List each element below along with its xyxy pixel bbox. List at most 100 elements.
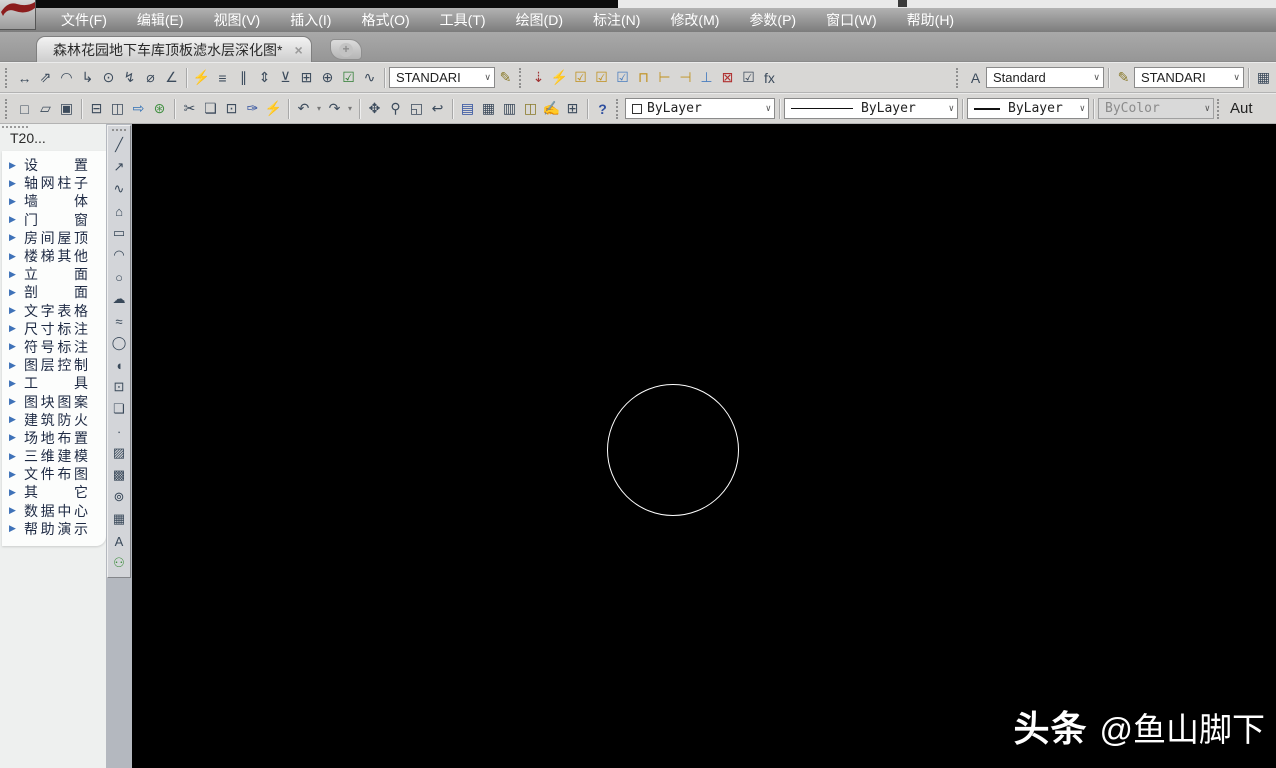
dimension-break-button[interactable]: ⊻ [275, 66, 296, 90]
jogged-dimension-button[interactable]: ↯ [119, 66, 140, 90]
color-control-select[interactable]: ByLayer ∨ [625, 98, 775, 119]
hatch-button[interactable]: ▨ [109, 442, 129, 464]
new-tab-button[interactable]: + [330, 39, 362, 60]
ellipse-arc-button[interactable]: ◖ [109, 354, 129, 376]
plot-button[interactable]: ⊟ [86, 97, 107, 121]
multiline-text-button[interactable]: A [109, 530, 129, 552]
quick-dimension-button[interactable]: ⚡ [191, 66, 212, 90]
markup-set-manager-button[interactable]: ✍ [541, 97, 562, 121]
show-all-constraints-button[interactable]: ☑ [591, 66, 612, 90]
sidebar-item-help-demo[interactable]: ▶ 帮助演示 [2, 520, 106, 538]
make-block-button[interactable]: ❏ [109, 398, 129, 420]
sidebar-item-text-table[interactable]: ▶ 文字表格 [2, 302, 106, 320]
app-logo-icon[interactable] [0, 0, 36, 30]
tab-close-icon[interactable]: × [294, 42, 302, 58]
linear-dimension-button[interactable]: ↔ [14, 66, 35, 90]
construction-line-button[interactable]: ↗ [109, 156, 129, 178]
document-tab[interactable]: 森林花园地下车库顶板滤水层深化图* × [36, 36, 312, 62]
lineweight-control-select[interactable]: ByLayer ∨ [967, 98, 1089, 119]
drawing-canvas[interactable]: 头条 @鱼山脚下 [132, 124, 1276, 768]
sidebar-item-room-roof[interactable]: ▶ 房间屋顶 [2, 229, 106, 247]
diameter-dimension-button[interactable]: ⌀ [140, 66, 161, 90]
add-selected-button[interactable]: ⚇ [109, 552, 129, 574]
design-center-button[interactable]: ▦ [478, 97, 499, 121]
constraint-settings-button[interactable]: ☑ [738, 66, 759, 90]
undo-button[interactable]: ↶ [293, 97, 314, 121]
draw-toolbar-grip[interactable] [112, 129, 126, 131]
block-editor-button[interactable]: ⚡ [263, 97, 284, 121]
save-file-button[interactable]: ▣ [56, 97, 77, 121]
sidebar-item-site-layout[interactable]: ▶ 场地布置 [2, 429, 106, 447]
sidebar-item-dimension[interactable]: ▶ 尺寸标注 [2, 320, 106, 338]
zoom-window-button[interactable]: ◱ [406, 97, 427, 121]
sidebar-item-stair-other[interactable]: ▶ 楼梯其他 [2, 247, 106, 265]
toolbar-grip[interactable] [956, 67, 960, 88]
gradient-button[interactable]: ▩ [109, 464, 129, 486]
menu-help[interactable]: 帮助(H) [892, 8, 969, 32]
linear-constraint-button[interactable]: ⊢ [654, 66, 675, 90]
inspect-dimension-button[interactable]: ☑ [338, 66, 359, 90]
properties-palette-button[interactable]: ▤ [457, 97, 478, 121]
sidebar-item-wall[interactable]: ▶ 墙体 [2, 192, 106, 210]
spline-button[interactable]: ≈ [109, 310, 129, 332]
zoom-realtime-button[interactable]: ⚲ [385, 97, 406, 121]
sidebar-item-symbol-annotation[interactable]: ▶ 符号标注 [2, 338, 106, 356]
dim-style-manager-button[interactable]: ✎ [1113, 66, 1134, 90]
sidebar-item-axis-grid-column[interactable]: ▶ 轴网柱子 [2, 174, 106, 192]
web-publish-button[interactable]: ⊛ [149, 97, 170, 121]
tolerance-button[interactable]: ⊞ [296, 66, 317, 90]
line-button[interactable]: ╱ [109, 134, 129, 156]
menu-window[interactable]: 窗口(W) [811, 8, 892, 32]
paste-button[interactable]: ⊡ [221, 97, 242, 121]
continue-dimension-button[interactable]: ∥ [233, 66, 254, 90]
toolbar-grip[interactable] [1217, 98, 1221, 119]
sheet-set-manager-button[interactable]: ◫ [520, 97, 541, 121]
region-button[interactable]: ⊚ [109, 486, 129, 508]
dimension-style-select[interactable]: STANDARI ∨ [389, 67, 495, 88]
arc-length-dimension-button[interactable]: ◠ [56, 66, 77, 90]
dimension-space-button[interactable]: ⇕ [254, 66, 275, 90]
menu-file[interactable]: 文件(F) [46, 8, 122, 32]
menu-view[interactable]: 视图(V) [199, 8, 276, 32]
show-constraints-button[interactable]: ☑ [570, 66, 591, 90]
menu-edit[interactable]: 编辑(E) [122, 8, 199, 32]
sidebar-item-block-pattern[interactable]: ▶ 图块图案 [2, 392, 106, 410]
redo-dropdown-icon[interactable]: ▾ [345, 104, 355, 113]
sidebar-item-elevation[interactable]: ▶ 立面 [2, 265, 106, 283]
open-file-button[interactable]: ▱ [35, 97, 56, 121]
sidebar-item-data-center[interactable]: ▶ 数据中心 [2, 502, 106, 520]
aligned-constraint-button[interactable]: ⊣ [675, 66, 696, 90]
lock-constraint-button[interactable]: ⊓ [633, 66, 654, 90]
toolbar-grip[interactable] [519, 67, 523, 88]
text-style-button[interactable]: A [965, 66, 986, 90]
angular-dimension-button[interactable]: ∠ [161, 66, 182, 90]
text-style-select[interactable]: Standard ∨ [986, 67, 1104, 88]
parameters-manager-button[interactable]: fx [759, 66, 780, 90]
menu-parametric[interactable]: 参数(P) [734, 8, 811, 32]
rectangle-button[interactable]: ▭ [109, 222, 129, 244]
redo-button[interactable]: ↷ [324, 97, 345, 121]
pan-button[interactable]: ✥ [364, 97, 385, 121]
point-button[interactable]: ∙ [109, 420, 129, 442]
table-style-button[interactable]: ▦ [1253, 66, 1274, 90]
jogged-linear-button[interactable]: ∿ [359, 66, 380, 90]
polygon-button[interactable]: ⌂ [109, 200, 129, 222]
publish-button[interactable]: ⇨ [128, 97, 149, 121]
sidebar-item-layer-control[interactable]: ▶ 图层控制 [2, 356, 106, 374]
sidebar-item-settings[interactable]: ▶ 设置 [2, 156, 106, 174]
new-file-button[interactable]: □ [14, 97, 35, 121]
dim-style2-select[interactable]: STANDARI ∨ [1134, 67, 1244, 88]
sidebar-item-3d-modeling[interactable]: ▶ 三维建模 [2, 447, 106, 465]
ordinate-dimension-button[interactable]: ↳ [77, 66, 98, 90]
circle-button[interactable]: ○ [109, 266, 129, 288]
menu-format[interactable]: 格式(O) [346, 8, 424, 32]
drawn-circle-entity[interactable] [607, 384, 739, 516]
match-properties-button[interactable]: ✑ [242, 97, 263, 121]
sidebar-item-fire-protection[interactable]: ▶ 建筑防火 [2, 411, 106, 429]
toolbar-grip[interactable] [5, 67, 9, 88]
center-mark-button[interactable]: ⊕ [317, 66, 338, 90]
revision-cloud-button[interactable]: ☁ [109, 288, 129, 310]
sidebar-item-door-window[interactable]: ▶ 门窗 [2, 211, 106, 229]
copy-button[interactable]: ❏ [200, 97, 221, 121]
delete-constraints-button[interactable]: ⊠ [717, 66, 738, 90]
